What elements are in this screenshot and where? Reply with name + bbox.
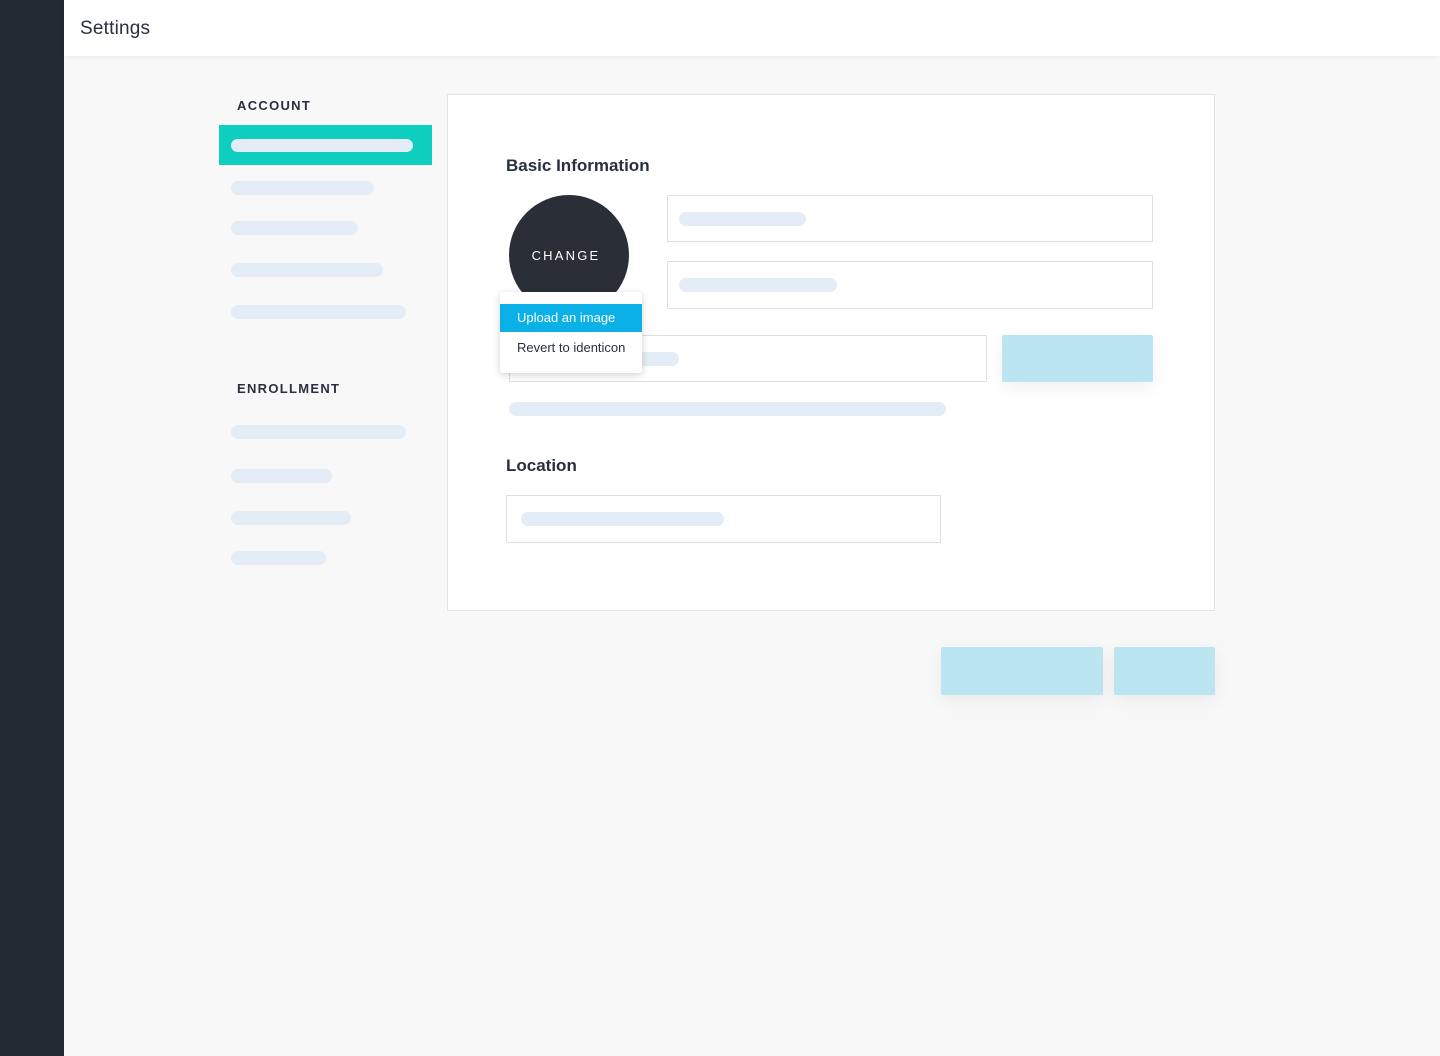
skeleton-placeholder <box>679 212 806 226</box>
verify-button[interactable] <box>1002 335 1153 382</box>
basic-information-heading: Basic Information <box>506 156 650 175</box>
section-label-enrollment: ENROLLMENT <box>237 381 341 396</box>
menu-item-revert-identicon[interactable]: Revert to identicon <box>500 334 642 362</box>
skeleton-label <box>231 139 413 152</box>
avatar-menu: Upload an image Revert to identicon <box>500 292 642 373</box>
skeleton-label <box>231 469 332 483</box>
skeleton-label <box>231 181 374 195</box>
sidebar-item[interactable] <box>231 208 421 248</box>
first-name-field[interactable] <box>667 195 1153 242</box>
location-field[interactable] <box>506 495 941 543</box>
top-bar: Settings <box>64 0 1440 56</box>
cancel-button[interactable] <box>1114 647 1215 695</box>
sidebar-item[interactable] <box>231 498 421 538</box>
skeleton-label <box>231 511 351 525</box>
app-rail <box>0 0 64 1056</box>
skeleton-label <box>231 305 406 319</box>
last-name-field[interactable] <box>667 261 1153 309</box>
save-button[interactable] <box>941 647 1103 695</box>
sidebar-item[interactable] <box>231 456 421 496</box>
section-label-account: ACCOUNT <box>237 98 312 113</box>
skeleton-helper-text <box>509 402 946 416</box>
location-heading: Location <box>506 456 577 475</box>
skeleton-label <box>231 221 358 235</box>
skeleton-placeholder <box>521 512 724 526</box>
avatar-change-label: CHANGE <box>531 248 601 263</box>
skeleton-placeholder <box>679 278 837 292</box>
sidebar-item[interactable] <box>231 250 421 290</box>
sidebar-item[interactable] <box>231 292 421 332</box>
sidebar-item-active[interactable] <box>219 125 432 165</box>
page-title: Settings <box>80 18 151 39</box>
sidebar-item[interactable] <box>231 168 421 208</box>
menu-item-upload-image[interactable]: Upload an image <box>500 304 642 332</box>
sidebar-item[interactable] <box>231 538 421 578</box>
skeleton-label <box>231 551 326 565</box>
skeleton-label <box>231 425 406 439</box>
sidebar-item[interactable] <box>231 419 421 459</box>
skeleton-label <box>231 263 383 277</box>
